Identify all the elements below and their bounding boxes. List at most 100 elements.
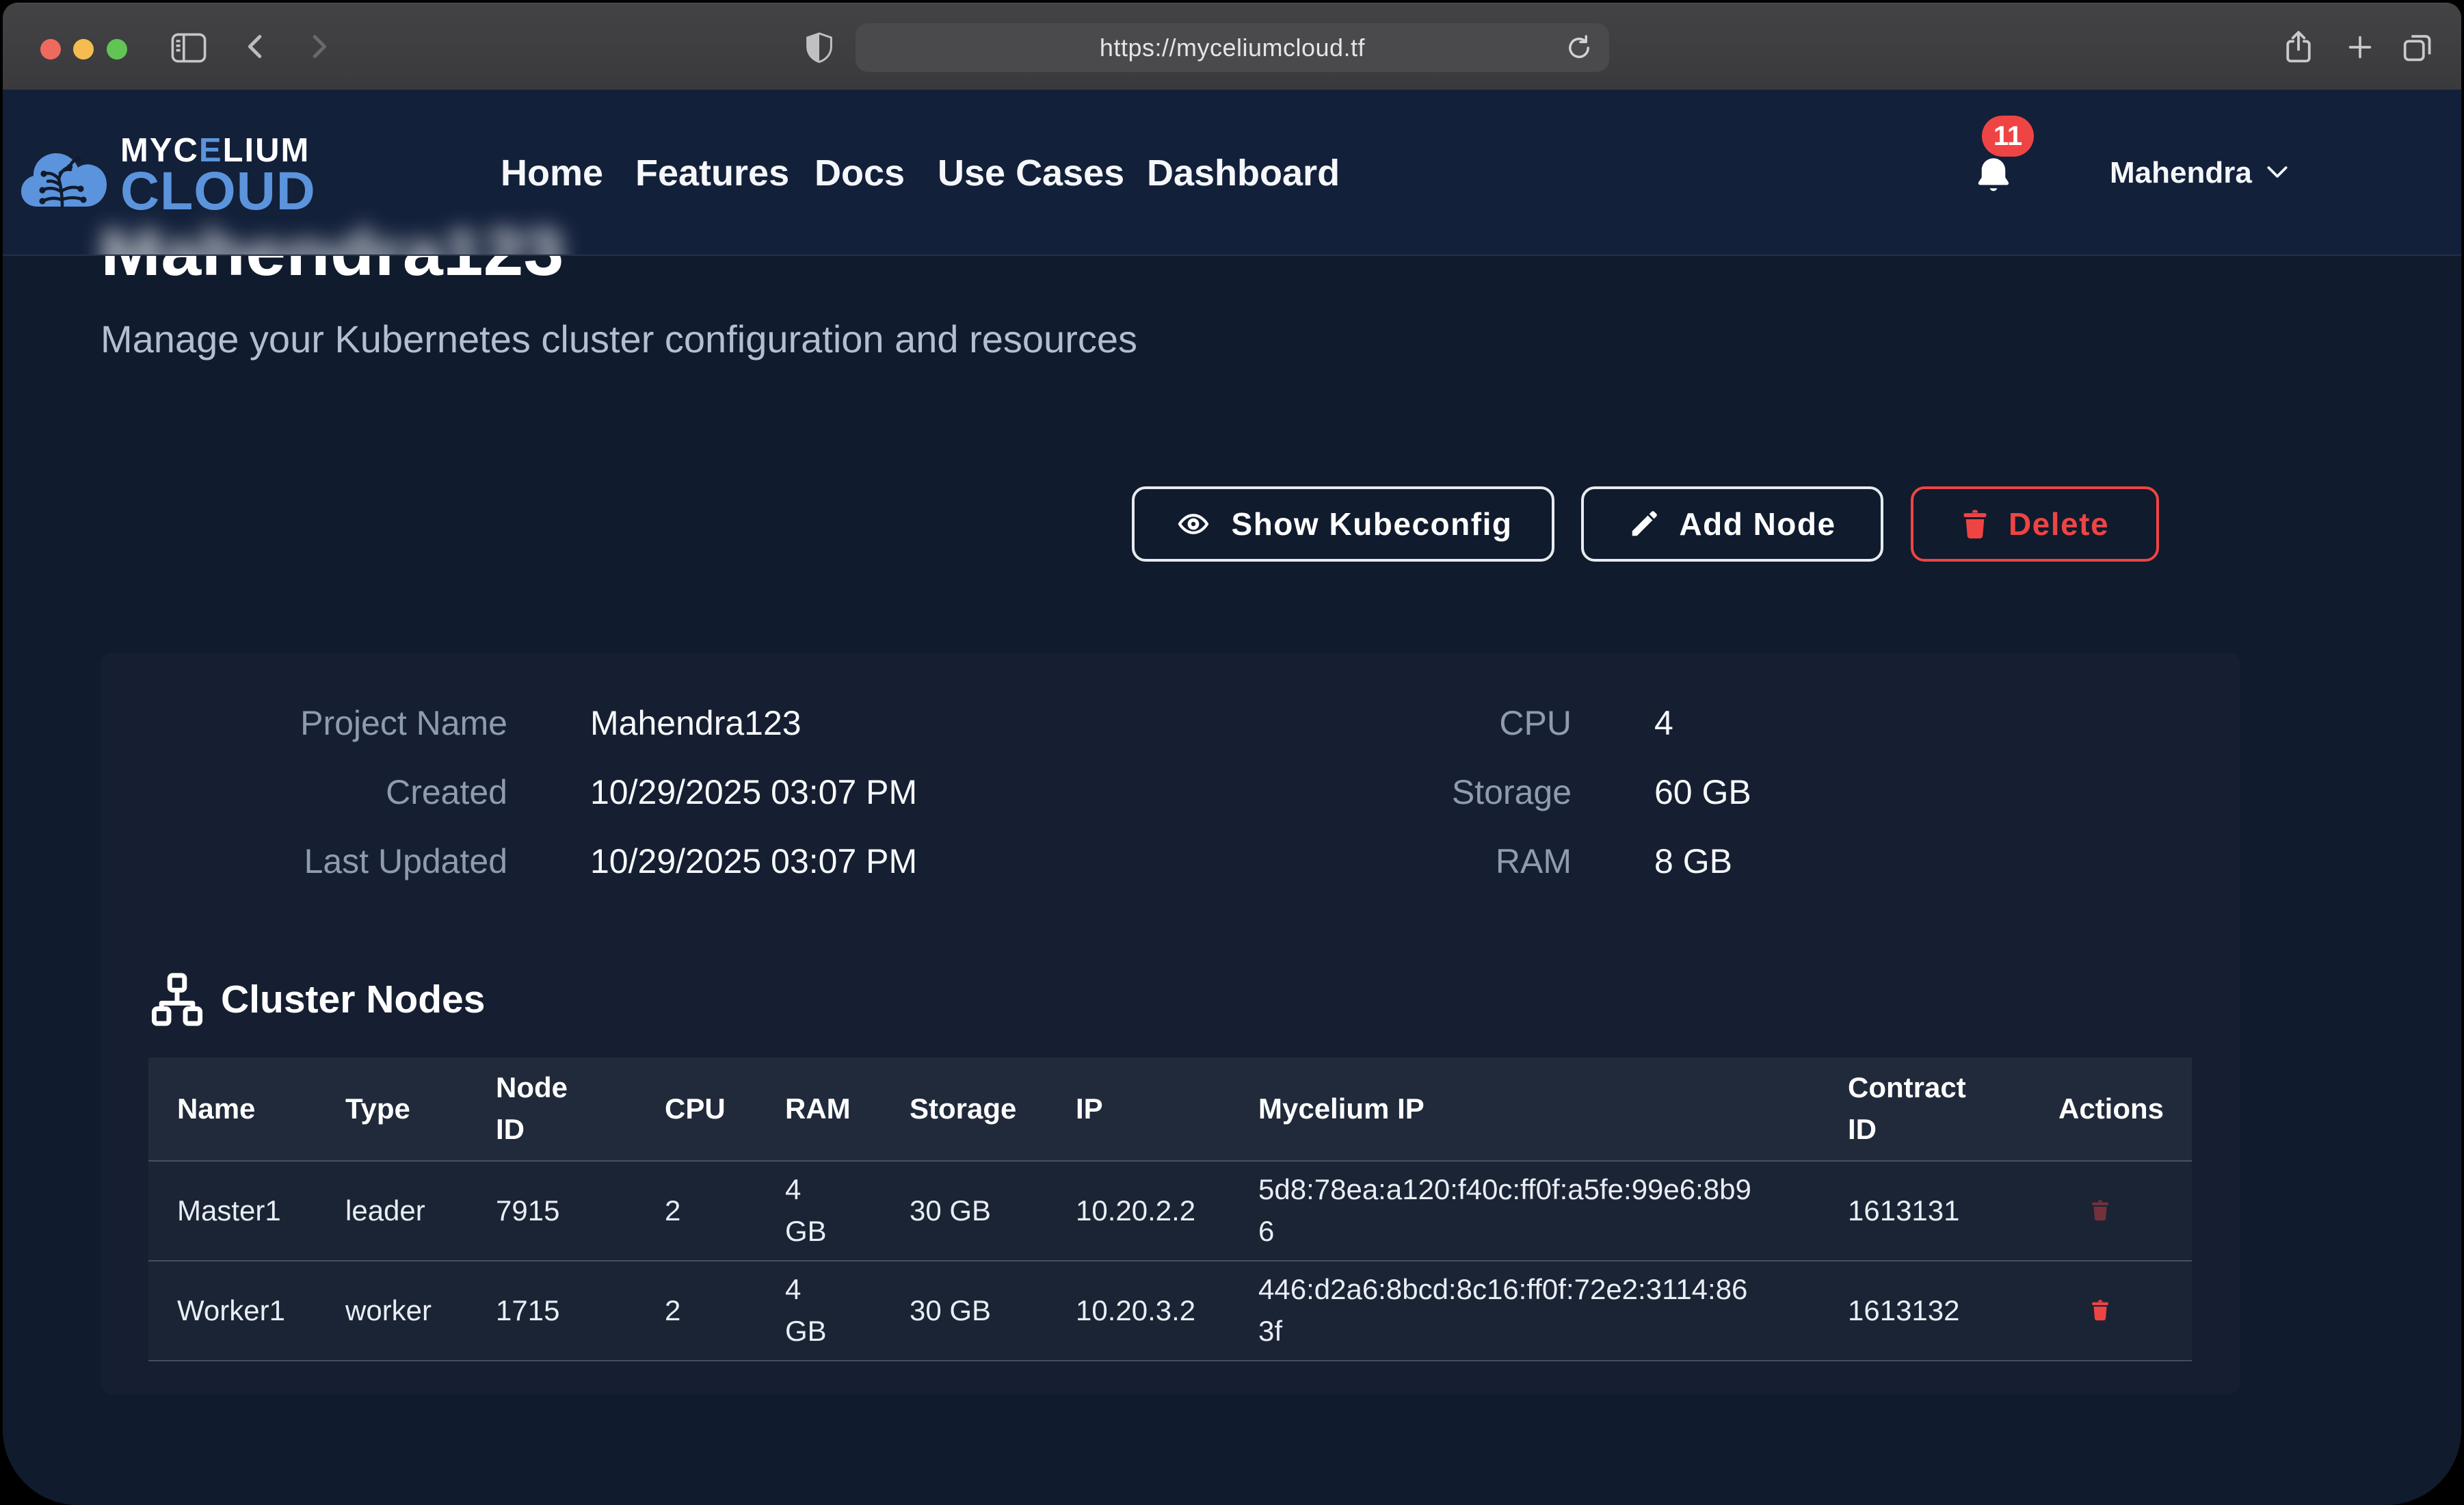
delete-node-button[interactable] — [2090, 1196, 2110, 1226]
browser-window: https://myceliumcloud.tf — [3, 3, 2461, 1505]
cluster-nodes-heading: Cluster Nodes — [151, 972, 485, 1027]
nav-link-docs[interactable]: Docs — [814, 152, 905, 194]
cell-ram-value: 4 GB — [785, 1169, 826, 1253]
close-window-button[interactable] — [40, 39, 61, 60]
info-row: Created 10/29/2025 03:07 PM — [148, 757, 1140, 826]
nav-link-features[interactable]: Features — [635, 152, 789, 194]
info-value: 4 — [1654, 703, 2170, 743]
eye-icon — [1174, 508, 1213, 540]
cell-node-id: 1715 — [496, 1290, 665, 1332]
info-label: Created — [148, 772, 507, 812]
reload-icon[interactable] — [1564, 33, 1594, 63]
cell-actions — [2058, 1196, 2192, 1226]
cell-mycelium-ip: 5d8:78ea:a120:f40c:ff0f:a5fe:99e6:8b96 — [1258, 1169, 1848, 1253]
info-value: 10/29/2025 03:07 PM — [590, 841, 1140, 881]
info-row: CPU 4 — [1213, 688, 2170, 757]
trash-icon — [2090, 1196, 2110, 1224]
column-header-label: Contract ID — [1848, 1067, 1974, 1151]
nav-link-use-cases[interactable]: Use Cases — [938, 152, 1124, 194]
table-bottom-border — [148, 1360, 2192, 1361]
pencil-icon — [1628, 508, 1660, 540]
table-header-row: Name Type Node ID CPU RAM Storage IP Myc… — [148, 1058, 2192, 1160]
forward-icon[interactable] — [302, 31, 334, 62]
column-header: Node ID — [496, 1067, 665, 1151]
nav-links: Home Features Docs Use Cases Dashboard — [3, 90, 2461, 256]
cluster-details-card: Project Name Mahendra123 Created 10/29/2… — [101, 653, 2240, 1394]
cell-cpu: 2 — [665, 1290, 785, 1332]
info-value: Mahendra123 — [590, 703, 1140, 743]
url-text: https://myceliumcloud.tf — [1100, 34, 1365, 62]
cell-contract-id: 1613132 — [1848, 1290, 2058, 1332]
show-kubeconfig-label: Show Kubeconfig — [1232, 506, 1513, 542]
column-header-label: Node ID — [496, 1067, 598, 1151]
column-header: Type — [345, 1088, 496, 1130]
table-row: Worker1 worker 1715 2 4 GB 30 GB 10.20.3… — [148, 1260, 2192, 1360]
cell-mycelium-ip-value: 446:d2a6:8bcd:8c16:ff0f:72e2:3114:863f — [1258, 1269, 1758, 1352]
nav-link-dashboard[interactable]: Dashboard — [1147, 152, 1340, 194]
info-label: CPU — [1213, 703, 1572, 743]
info-row: Last Updated 10/29/2025 03:07 PM — [148, 826, 1140, 895]
notifications-button[interactable]: 11 — [1974, 90, 2063, 256]
cell-node-id: 7915 — [496, 1190, 665, 1232]
info-value: 60 GB — [1654, 772, 2170, 812]
add-node-label: Add Node — [1679, 506, 1836, 542]
column-header: Actions — [2058, 1088, 2192, 1130]
user-menu[interactable]: Mahendra — [2110, 90, 2290, 256]
bell-icon — [1974, 155, 2013, 198]
share-icon[interactable] — [2280, 29, 2317, 66]
show-kubeconfig-button[interactable]: Show Kubeconfig — [1132, 486, 1554, 562]
cell-cpu: 2 — [665, 1190, 785, 1232]
cell-storage: 30 GB — [910, 1190, 1076, 1232]
column-header: Contract ID — [1848, 1067, 2058, 1151]
column-header: IP — [1076, 1088, 1258, 1130]
cell-ip: 10.20.3.2 — [1076, 1290, 1258, 1332]
info-label: Storage — [1213, 772, 1572, 812]
info-row: Storage 60 GB — [1213, 757, 2170, 826]
delete-label: Delete — [2009, 506, 2109, 542]
cell-ram: 4 GB — [785, 1169, 910, 1253]
new-tab-icon[interactable] — [2344, 31, 2376, 63]
zoom-window-button[interactable] — [107, 39, 127, 60]
cell-actions — [2058, 1296, 2192, 1326]
column-header: RAM — [785, 1088, 910, 1130]
info-label: RAM — [1213, 841, 1572, 881]
page-content: Mahendra123 Manage your Kubernetes clust… — [3, 90, 2461, 1505]
cell-storage: 30 GB — [910, 1290, 1076, 1332]
info-row: RAM 8 GB — [1213, 826, 2170, 895]
cluster-info-left: Project Name Mahendra123 Created 10/29/2… — [148, 688, 1140, 895]
cluster-nodes-title: Cluster Nodes — [221, 977, 485, 1022]
delete-node-button[interactable] — [2090, 1296, 2110, 1326]
tabs-icon[interactable] — [2400, 30, 2435, 64]
info-value: 10/29/2025 03:07 PM — [590, 772, 1140, 812]
user-name: Mahendra — [2110, 156, 2252, 190]
trash-icon — [2090, 1296, 2110, 1324]
back-icon[interactable] — [241, 31, 272, 62]
cluster-nodes-table: Name Type Node ID CPU RAM Storage IP Myc… — [148, 1058, 2192, 1361]
column-header: Mycelium IP — [1258, 1088, 1848, 1130]
info-label: Last Updated — [148, 841, 507, 881]
cell-type: leader — [345, 1190, 496, 1232]
nav-link-home[interactable]: Home — [501, 152, 603, 194]
cell-ram-value: 4 GB — [785, 1269, 826, 1352]
site-navbar: Mahendra123 — [3, 90, 2461, 256]
info-label: Project Name — [148, 703, 507, 743]
chevron-down-icon — [2264, 164, 2290, 182]
cluster-info-right: CPU 4 Storage 60 GB RAM 8 GB — [1213, 688, 2170, 895]
cell-mycelium-ip-value: 5d8:78ea:a120:f40c:ff0f:a5fe:99e6:8b96 — [1258, 1169, 1758, 1253]
info-value: 8 GB — [1654, 841, 2170, 881]
column-header: Storage — [910, 1088, 1076, 1130]
cell-name: Worker1 — [148, 1290, 345, 1332]
delete-cluster-button[interactable]: Delete — [1911, 486, 2159, 562]
address-bar[interactable]: https://myceliumcloud.tf — [856, 23, 1609, 72]
cell-type: worker — [345, 1290, 496, 1332]
column-header: CPU — [665, 1088, 785, 1130]
column-header: Name — [148, 1088, 345, 1130]
table-row: Master1 leader 7915 2 4 GB 30 GB 10.20.2… — [148, 1160, 2192, 1260]
cell-ip: 10.20.2.2 — [1076, 1190, 1258, 1232]
minimize-window-button[interactable] — [73, 39, 94, 60]
cell-contract-id: 1613131 — [1848, 1190, 2058, 1232]
shield-icon[interactable] — [804, 31, 834, 64]
sidebar-icon[interactable] — [171, 33, 207, 63]
add-node-button[interactable]: Add Node — [1581, 486, 1883, 562]
info-row: Project Name Mahendra123 — [148, 688, 1140, 757]
